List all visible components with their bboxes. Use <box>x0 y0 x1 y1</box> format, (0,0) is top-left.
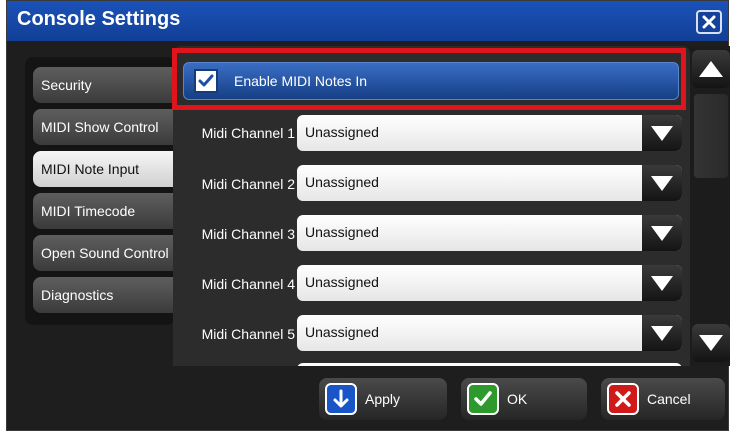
tab-security[interactable]: Security <box>33 67 175 103</box>
apply-button[interactable]: Apply <box>319 378 447 420</box>
tab-label: MIDI Note Input <box>41 161 140 177</box>
tab-midi-show-control[interactable]: MIDI Show Control <box>33 109 175 145</box>
midi-channel-5-value: Unassigned <box>305 324 379 340</box>
midi-channel-3-select[interactable]: Unassigned <box>297 215 682 251</box>
tab-label: MIDI Show Control <box>41 119 159 135</box>
midi-channel-2-label: Midi Channel 2 <box>201 176 295 192</box>
ok-label: OK <box>507 391 528 407</box>
dropdown-button[interactable] <box>642 265 682 301</box>
window-title: Console Settings <box>17 8 181 30</box>
scroll-thumb[interactable] <box>694 94 728 178</box>
arrow-down-icon <box>325 383 357 415</box>
tab-label: Diagnostics <box>41 287 114 303</box>
scroll-up-button[interactable] <box>692 50 730 88</box>
midi-channel-3-label: Midi Channel 3 <box>201 226 295 242</box>
midi-channel-1-select[interactable]: Unassigned <box>297 115 682 151</box>
midi-channel-4-value: Unassigned <box>305 274 379 290</box>
cancel-button[interactable]: Cancel <box>601 378 725 420</box>
midi-channel-6-select[interactable] <box>297 363 682 366</box>
scrollbar[interactable] <box>690 46 730 366</box>
dropdown-button[interactable] <box>642 115 682 151</box>
chevron-down-icon <box>651 126 673 141</box>
tab-midi-note-input[interactable]: MIDI Note Input <box>33 151 175 187</box>
midi-channel-2-select[interactable]: Unassigned <box>297 165 682 201</box>
annotation-highlight-box <box>172 48 686 110</box>
tab-label: Security <box>41 77 92 93</box>
chevron-down-icon <box>651 176 673 191</box>
cancel-x-icon <box>607 383 639 415</box>
check-icon <box>467 383 499 415</box>
midi-channel-5-label: Midi Channel 5 <box>201 326 295 342</box>
cancel-label: Cancel <box>647 391 691 407</box>
midi-channel-1-value: Unassigned <box>305 124 379 140</box>
settings-tab-list: Security MIDI Show Control MIDI Note Inp… <box>25 57 175 325</box>
dropdown-button[interactable] <box>642 315 682 351</box>
tab-midi-timecode[interactable]: MIDI Timecode <box>33 193 175 229</box>
midi-channel-1-label: Midi Channel 1 <box>201 125 295 141</box>
tab-label: Open Sound Control <box>41 245 169 261</box>
dropdown-button[interactable] <box>642 165 682 201</box>
dropdown-button[interactable] <box>642 215 682 251</box>
midi-channel-5-select[interactable]: Unassigned <box>297 315 682 351</box>
tab-open-sound-control[interactable]: Open Sound Control <box>33 235 175 271</box>
chevron-down-icon <box>651 226 673 241</box>
chevron-down-icon <box>651 326 673 341</box>
close-icon <box>702 15 716 29</box>
title-bar: Console Settings <box>7 1 728 41</box>
scroll-down-button[interactable] <box>692 324 730 362</box>
chevron-down-icon <box>651 276 673 291</box>
apply-label: Apply <box>365 391 401 407</box>
midi-channel-4-select[interactable]: Unassigned <box>297 265 682 301</box>
chevron-up-icon <box>699 61 723 77</box>
midi-channel-4-label: Midi Channel 4 <box>201 276 295 292</box>
midi-channel-2-value: Unassigned <box>305 174 379 190</box>
ok-button[interactable]: OK <box>461 378 587 420</box>
tab-label: MIDI Timecode <box>41 203 136 219</box>
chevron-down-icon <box>699 335 723 351</box>
midi-channel-3-value: Unassigned <box>305 224 379 240</box>
close-button[interactable] <box>696 10 722 34</box>
tab-diagnostics[interactable]: Diagnostics <box>33 277 175 313</box>
